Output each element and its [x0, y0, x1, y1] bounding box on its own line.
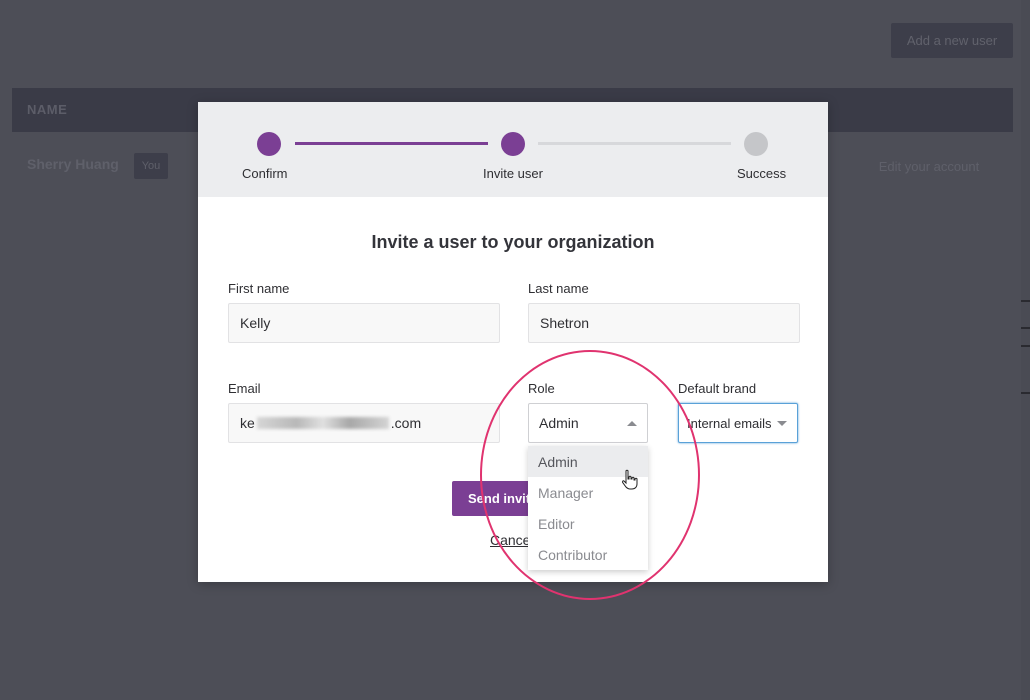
role-option-editor[interactable]: Editor: [528, 508, 648, 539]
role-option-contributor[interactable]: Contributor: [528, 539, 648, 570]
name-column-header: NAME: [27, 102, 68, 117]
role-selected-value: Admin: [539, 415, 579, 431]
default-brand-value: Internal emails: [687, 415, 772, 431]
modal-title: Invite a user to your organization: [371, 232, 655, 252]
step-confirm-label: Confirm: [242, 166, 288, 181]
default-brand-select[interactable]: Internal emails: [678, 403, 798, 443]
first-name-input[interactable]: Kelly: [228, 303, 500, 343]
edge-mark: [1021, 300, 1030, 302]
hand-cursor-icon: [622, 469, 638, 490]
last-name-label: Last name: [528, 281, 589, 296]
caret-up-icon: [627, 421, 637, 426]
role-dropdown-list: Admin Manager Editor Contributor: [528, 446, 648, 570]
email-prefix: ke: [240, 415, 255, 431]
invite-user-modal: Confirm Invite user Success Invite a use…: [198, 102, 828, 582]
redacted-email: [256, 417, 389, 429]
step-invite-label: Invite user: [483, 166, 543, 181]
role-select[interactable]: Admin: [528, 403, 648, 443]
email-input[interactable]: ke .com: [228, 403, 500, 443]
default-brand-label: Default brand: [678, 381, 757, 396]
user-name: Sherry Huang: [27, 156, 119, 172]
email-label: Email: [228, 381, 261, 396]
last-name-input[interactable]: Shetron: [528, 303, 800, 343]
step-success-dot: [744, 132, 768, 156]
scrollbar-track[interactable]: [1021, 0, 1030, 700]
step-invite-dot: [501, 132, 525, 156]
first-name-label: First name: [228, 281, 290, 296]
edit-account-button[interactable]: Edit your account: [866, 150, 992, 182]
edge-mark: [1021, 327, 1030, 329]
you-badge: You: [134, 153, 168, 179]
step-success-label: Success: [737, 166, 787, 181]
step-confirm-dot: [257, 132, 281, 156]
edge-mark: [1021, 345, 1030, 347]
edge-mark: [1021, 392, 1030, 394]
progress-stepper: Confirm Invite user Success: [198, 102, 828, 197]
add-new-user-button[interactable]: Add a new user: [891, 23, 1013, 58]
step-line-1: [295, 142, 488, 145]
caret-down-icon: [777, 421, 787, 426]
step-line-2: [538, 142, 731, 145]
role-label: Role: [528, 381, 555, 396]
email-suffix: .com: [390, 415, 422, 431]
